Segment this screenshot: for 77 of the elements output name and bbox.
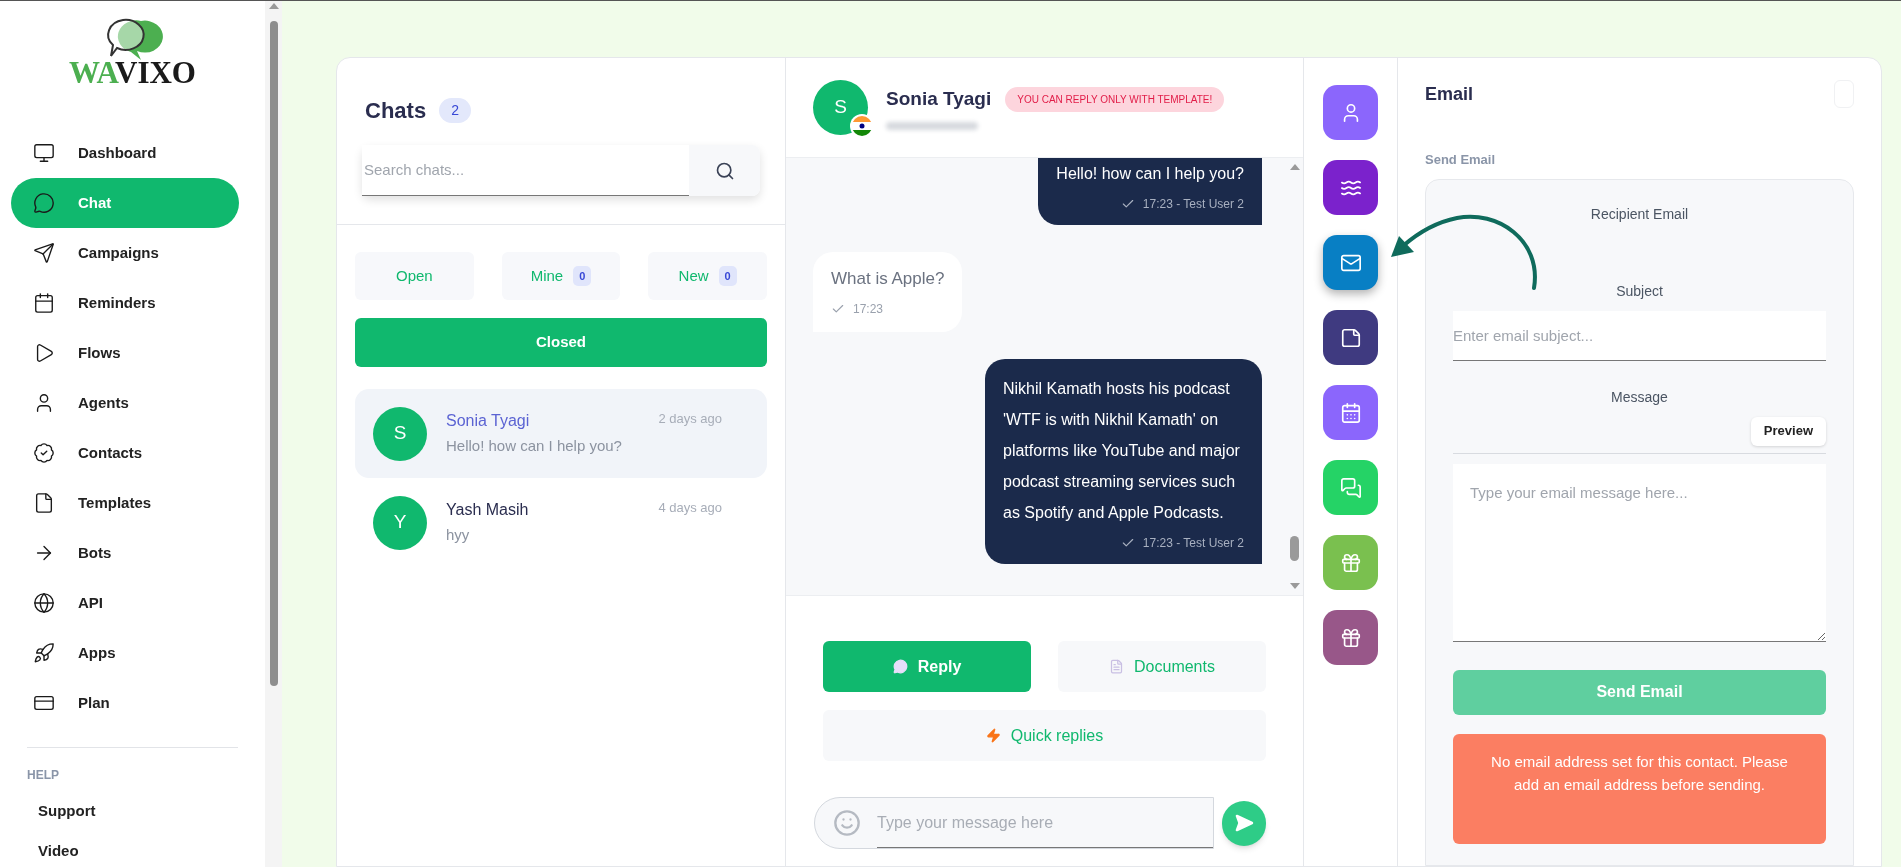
sticky-note-icon [1339, 326, 1362, 349]
nav-item[interactable]: Contacts [11, 428, 239, 478]
count-badge: 2 [439, 98, 471, 123]
help-link[interactable]: Support [38, 798, 96, 824]
avatar: S [373, 406, 427, 461]
paper-plane-icon [33, 242, 55, 264]
nav-item[interactable]: Apps [11, 628, 239, 678]
contact-name: Sonia Tyagi [886, 87, 992, 112]
message-field[interactable]: Type your email message here... [1453, 463, 1826, 642]
timestamp: 4 days ago [658, 499, 722, 518]
message-text: What is Apple? [831, 268, 945, 290]
field-label: Recipient Email [1590, 204, 1689, 224]
document-icon [1109, 659, 1125, 674]
message-text: Nikhil Kamath hosts his podcast 'WTF is with Nikhil Kamath' on platforms like YouTube and major podcast streaming services such as Spotify and Apple Podcasts. [1003, 378, 1241, 523]
contact-name: Sonia Tyagi [446, 411, 530, 432]
gift-icon [1339, 626, 1362, 649]
field-label: Subject [1616, 281, 1663, 301]
template-notice: YOU CAN REPLY ONLY WITH TEMPLATE! [1005, 87, 1225, 112]
search-button[interactable] [689, 145, 760, 196]
monitor-icon [33, 142, 55, 164]
contact-name: Yash Masih [446, 500, 529, 521]
nav-item[interactable]: Templates [11, 478, 239, 528]
calendar-icon [33, 292, 55, 314]
lightning-icon [985, 728, 1001, 743]
search-icon [714, 160, 735, 181]
flag-icon [850, 114, 874, 138]
file-icon [33, 492, 55, 514]
message-meta: 17:23 [853, 300, 884, 318]
nav-item[interactable]: Agents [11, 378, 239, 428]
chat-bubbles-icon [1339, 476, 1362, 499]
avatar: Y [373, 495, 427, 550]
tool-button[interactable] [1323, 310, 1378, 365]
chats-title: Chats [365, 97, 427, 125]
filter-tab[interactable]: New 0 [648, 252, 767, 300]
badge-check-icon [33, 442, 55, 464]
tool-button[interactable] [1323, 160, 1378, 215]
emoji-icon [833, 809, 861, 837]
gift-icon [1339, 551, 1362, 574]
nav-item[interactable]: Dashboard [11, 128, 239, 178]
nav-item[interactable]: Plan [11, 678, 239, 728]
panel-title: Email [1425, 82, 1474, 106]
message-meta: 17:23 - Test User 2 [1142, 196, 1244, 213]
section-title: Send Email [1425, 151, 1497, 169]
send-button[interactable] [1222, 800, 1266, 846]
chat-list-item[interactable]: S Sonia Tyagi 2 days ago Hello! how can I help you? [355, 389, 767, 478]
subject-field[interactable]: Enter email subject... [1453, 310, 1826, 361]
tool-button[interactable] [1323, 610, 1378, 665]
filter-tab[interactable]: Mine 0 [501, 252, 621, 300]
scrollbar[interactable] [265, 1, 282, 867]
calendar-icon [1339, 401, 1362, 424]
logo-wordmark: WAVIXO [69, 57, 196, 88]
message-meta: 17:23 - Test User 2 [1142, 534, 1244, 552]
preview-button[interactable]: Preview [1750, 416, 1826, 446]
check-icon [1120, 197, 1135, 211]
avatar: S [813, 80, 868, 135]
help-link[interactable]: Video [38, 838, 79, 864]
message-preview: hyy [446, 525, 471, 546]
chat-bubble-icon [33, 192, 55, 214]
error-message: No email address set for this contact. Please add an email address before sending. [1453, 733, 1826, 844]
nav-item[interactable]: Reminders [11, 278, 239, 328]
nav-item[interactable]: API [11, 578, 239, 628]
field-label: Message [1611, 387, 1668, 407]
timestamp: 2 days ago [658, 410, 722, 429]
count-badge: 0 [718, 265, 737, 287]
speech-bubble-icon [892, 659, 908, 674]
nav-item[interactable]: Campaigns [11, 228, 239, 278]
tool-button[interactable] [1323, 235, 1378, 290]
message-preview: Hello! how can I help you? [446, 436, 623, 457]
search-field[interactable]: Search chats... [362, 145, 689, 196]
message-text: Hello! how can I help you? [1056, 164, 1244, 184]
nav-item[interactable]: Flows [11, 328, 239, 378]
globe-icon [33, 592, 55, 614]
section-title: HELP [27, 767, 60, 784]
send-icon [1234, 813, 1255, 833]
count-badge: 0 [573, 265, 592, 287]
rocket-icon [33, 642, 55, 664]
nav-item[interactable]: Bots [11, 528, 239, 578]
